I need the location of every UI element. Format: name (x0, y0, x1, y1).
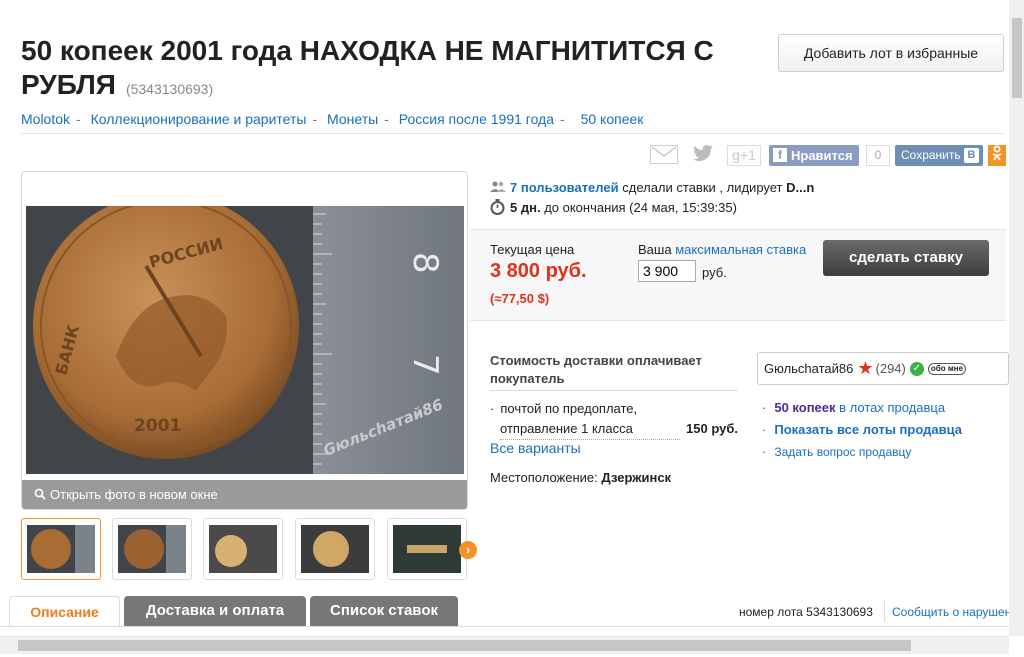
location-value: Дзержинск (601, 470, 672, 485)
location: Местоположение: Дзержинск (490, 470, 672, 485)
facebook-icon: f (773, 148, 787, 162)
current-price-label: Текущая цена (490, 242, 575, 257)
divider (0, 626, 1024, 627)
magnifier-icon (34, 488, 46, 500)
bidders-text: сделали ставки , лидирует (622, 180, 783, 195)
seller-card[interactable]: Gюльchатай86 ★ (294) ✓ обо мне (757, 352, 1009, 385)
days-left: 5 дн. (510, 200, 541, 215)
lot-title: 50 копеек 2001 года НАХОДКА НЕ МАГНИТИТС… (21, 34, 761, 106)
breadcrumb-item[interactable]: Монеты (327, 111, 378, 127)
seller-links: · 50 копеек в лотах продавца · Показать вс… (762, 400, 962, 459)
vk-save-button[interactable]: Сохранить B (895, 145, 983, 166)
facebook-like-button[interactable]: f Нравится (769, 145, 859, 166)
vk-save-label: Сохранить (901, 148, 961, 162)
delivery-price: 150 руб. (686, 421, 738, 436)
ruler-mark: 8 (405, 252, 445, 274)
bidders-link[interactable]: 7 пользователей (510, 180, 619, 195)
thumbnail-next-icon[interactable]: › (459, 541, 477, 559)
main-photo[interactable]: 8 7 РОССИИ БАНК 2001 Gюльchатай86 (26, 206, 464, 474)
max-bid-link[interactable]: максимальная ставка (675, 242, 806, 257)
delivery-option: · почтой по предоплате, отправление 1 кла… (490, 399, 738, 440)
mail-share-icon[interactable] (650, 145, 678, 164)
google-plus-button[interactable]: g+1 (727, 145, 761, 166)
tab-delivery[interactable]: Доставка и оплата (124, 596, 306, 626)
lot-title-text: 50 копеек 2001 года НАХОДКА НЕ МАГНИТИТС… (21, 35, 714, 100)
breadcrumb-item[interactable]: Molotok (21, 111, 70, 127)
leader-name: D...n (786, 180, 815, 195)
verified-icon: ✓ (909, 361, 924, 376)
delivery-class: отправление 1 класса (500, 419, 681, 440)
breadcrumb: Molotok - Коллекционирование и раритеты - … (21, 111, 644, 127)
tab-description[interactable]: Описание (9, 596, 120, 626)
about-me-badge[interactable]: обо мне (927, 362, 967, 375)
open-photo-label: Открыть фото в новом окне (50, 487, 218, 502)
tab-bar: Описание Доставка и оплата Список ставок (9, 596, 469, 626)
facebook-like-count: 0 (866, 145, 890, 166)
delivery-method: почтой по предоплате, (500, 401, 638, 416)
breadcrumb-item[interactable]: 50 копеек (581, 111, 644, 127)
users-icon (490, 181, 506, 192)
scrollbar-thumb[interactable] (18, 640, 911, 651)
coin-year: 2001 (134, 416, 181, 436)
open-photo-link[interactable]: Открыть фото в новом окне (22, 480, 467, 509)
all-seller-lots-link[interactable]: Показать все лоты продавца (774, 422, 962, 437)
horizontal-scrollbar[interactable] (0, 636, 1009, 654)
lot-id: (5343130693) (125, 81, 214, 97)
until-text: до окончания (24 мая, 15:39:35) (544, 200, 737, 215)
facebook-like-label: Нравится (791, 148, 853, 163)
divider (21, 133, 1004, 134)
price-panel: Текущая цена 3 800 руб. (≈77,50 $) Ваша … (470, 229, 1006, 321)
divider (884, 600, 885, 622)
vk-icon: B (964, 148, 979, 163)
bid-input[interactable] (638, 260, 696, 282)
report-link[interactable]: Сообщить о нарушении (892, 605, 1024, 619)
breadcrumb-item[interactable]: Россия после 1991 года (399, 111, 554, 127)
place-bid-button[interactable]: сделать ставку (823, 240, 989, 276)
thumbnail[interactable] (21, 518, 101, 580)
twitter-icon[interactable] (692, 145, 718, 166)
time-left: 5 дн. до окончания (24 мая, 15:39:35) (490, 199, 737, 215)
odnoklassniki-icon[interactable] (988, 145, 1006, 166)
thumbnail[interactable] (203, 518, 283, 580)
thumbnail[interactable] (112, 518, 192, 580)
bid-currency: руб. (702, 265, 727, 280)
stopwatch-icon (490, 199, 505, 215)
all-delivery-options-link[interactable]: Все варианты (490, 440, 581, 456)
seller-category-link[interactable]: 50 копеек в лотах продавца (774, 400, 945, 415)
breadcrumb-item[interactable]: Коллекционирование и раритеты (91, 111, 307, 127)
add-to-favorites-button[interactable]: Добавить лот в избранные (778, 34, 1004, 72)
tab-bids[interactable]: Список ставок (310, 596, 458, 626)
thumbnail[interactable] (295, 518, 375, 580)
vertical-scrollbar[interactable] (1009, 0, 1024, 636)
price-usd: (≈77,50 $) (490, 291, 550, 306)
seller-name: Gюльchатай86 (764, 361, 854, 376)
delivery-heading: Стоимость доставки оплачивает покупатель (490, 352, 738, 391)
lot-number: номер лота 5343130693 (739, 605, 873, 619)
photo-gallery: 8 7 РОССИИ БАНК 2001 Gюльchатай86 Открыт… (21, 171, 468, 510)
thumbnail[interactable] (387, 518, 467, 580)
seller-rating: (294) (875, 361, 906, 376)
your-bid-label: Ваша максимальная ставка (638, 242, 807, 257)
ask-seller-link[interactable]: Задать вопрос продавцу (774, 445, 911, 459)
current-price-value: 3 800 руб. (490, 260, 587, 282)
star-icon: ★ (857, 358, 874, 378)
bidders-info: 7 пользователей сделали ставки , лидируе… (490, 180, 814, 195)
ruler-mark: 7 (405, 354, 445, 376)
scrollbar-thumb[interactable] (1012, 18, 1022, 98)
